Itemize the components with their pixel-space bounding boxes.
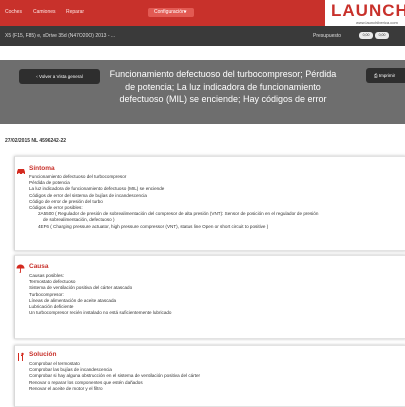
- tab-camiones[interactable]: Camiones: [33, 9, 56, 15]
- error-code-line: 4EF6 ( Charging pressure actuator, high …: [38, 223, 269, 229]
- tab-reparar[interactable]: Reparar: [66, 9, 84, 15]
- cause-title: Causa: [29, 263, 49, 270]
- cause-list: Causas posibles: Termostato defectuoso S…: [29, 273, 172, 316]
- budget-label: Presupuesto: [313, 33, 342, 39]
- tab-coches[interactable]: Coches: [5, 9, 22, 15]
- symptom-title: Síntoma: [29, 165, 55, 172]
- cause-umbrella-icon: [16, 264, 25, 275]
- symptom-list: Funcionamiento defectuoso del turbocompr…: [29, 174, 318, 230]
- back-to-overview-button[interactable]: ‹ Volver a Vista general: [19, 69, 100, 84]
- chevron-down-icon: ▾: [184, 9, 187, 15]
- brand-url: www.launchiberica.com: [356, 20, 398, 25]
- page-title: Funcionamiento defectuoso del turbocompr…: [109, 69, 337, 104]
- vehicle-name: X5 (F15, F85) e, xDrive 35d (N47O20O) 20…: [5, 33, 116, 39]
- configuration-dropdown-label: Configuración: [154, 9, 185, 15]
- print-button[interactable]: ⎙ Imprimir: [366, 68, 405, 83]
- solution-line: Comprobar si hay alguna obstrucción en e…: [29, 373, 201, 379]
- budget-value-1: 0,00: [359, 32, 373, 39]
- configuration-dropdown[interactable]: Configuración ▾: [148, 8, 194, 17]
- budget-value-2: 0,00: [375, 32, 389, 39]
- solution-title: Solución: [29, 351, 57, 358]
- brand-logo-text: LAUNCH: [331, 1, 405, 20]
- vehicle-bar: X5 (F15, F85) e, xDrive 35d (N47O20O) 20…: [0, 26, 405, 46]
- solution-list: Comprobar el termostato Comprobar las bu…: [29, 361, 200, 392]
- back-button-label: Volver a Vista general: [39, 74, 83, 79]
- solution-tools-icon: [16, 352, 25, 364]
- solution-line: Renovar el aceite de motor y el filtro: [29, 385, 103, 391]
- cause-line: Un turbocompresor recién instalado no es…: [29, 310, 172, 316]
- document-date-code: 27/02/2015 NL 4596242-22: [5, 138, 67, 144]
- print-button-label: Imprimir: [378, 73, 396, 78]
- symptom-car-icon: [16, 166, 26, 177]
- brand-logo: LAUNCH www.launchiberica.com: [325, 0, 405, 26]
